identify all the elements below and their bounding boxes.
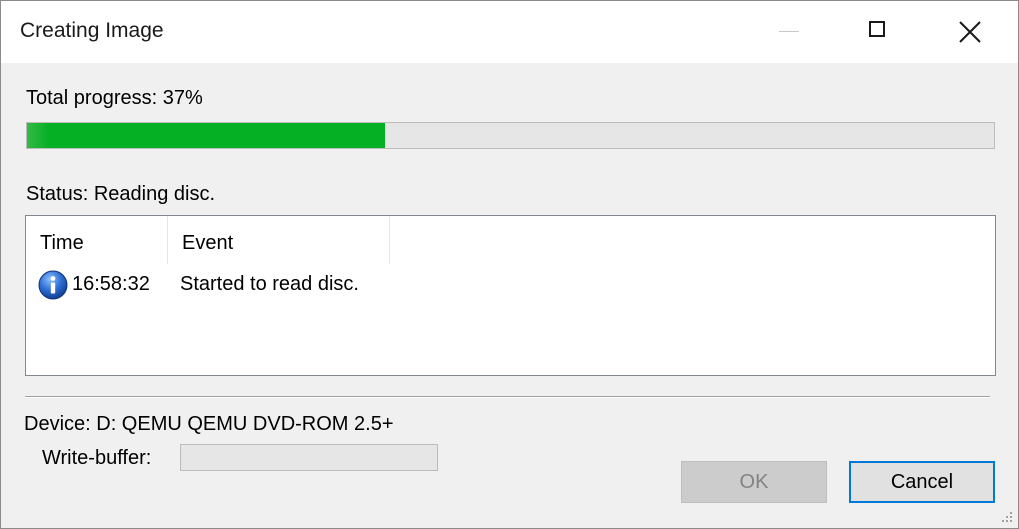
list-item[interactable]: 16:58:32 Started to read disc. [26, 268, 995, 302]
list-header: Time Event [26, 216, 995, 264]
column-header-time[interactable]: Time [26, 216, 168, 264]
column-header-event[interactable]: Event [168, 216, 390, 264]
window-title: Creating Image [20, 19, 164, 42]
total-progress-label: Total progress: 37% [26, 87, 203, 109]
total-progress-bar [26, 122, 995, 149]
write-buffer-label: Write-buffer: [42, 447, 152, 469]
ok-button[interactable]: OK [681, 461, 827, 503]
row-time: 16:58:32 [72, 273, 150, 295]
maximize-button[interactable] [835, 1, 925, 63]
event-log-list[interactable]: Time Event 16:58:32 Started to read disc… [25, 215, 996, 376]
close-icon [959, 21, 981, 43]
status-label: Status: Reading disc. [26, 183, 215, 205]
title-bar[interactable]: Creating Image [1, 1, 1018, 63]
close-button[interactable] [925, 1, 1015, 63]
resize-grip-icon[interactable] [1000, 510, 1014, 524]
device-label: Device: D: QEMU QEMU DVD-ROM 2.5+ [24, 413, 394, 435]
row-event: Started to read disc. [180, 273, 359, 295]
cancel-button[interactable]: Cancel [849, 461, 995, 503]
creating-image-dialog: Creating Image Total progress: 37% Statu… [0, 0, 1019, 529]
maximize-icon [869, 21, 885, 37]
info-icon [38, 270, 68, 300]
minimize-icon [779, 31, 799, 32]
divider [25, 396, 990, 398]
total-progress-fill [27, 123, 385, 148]
minimize-button[interactable] [745, 1, 835, 63]
write-buffer-bar [180, 444, 438, 471]
